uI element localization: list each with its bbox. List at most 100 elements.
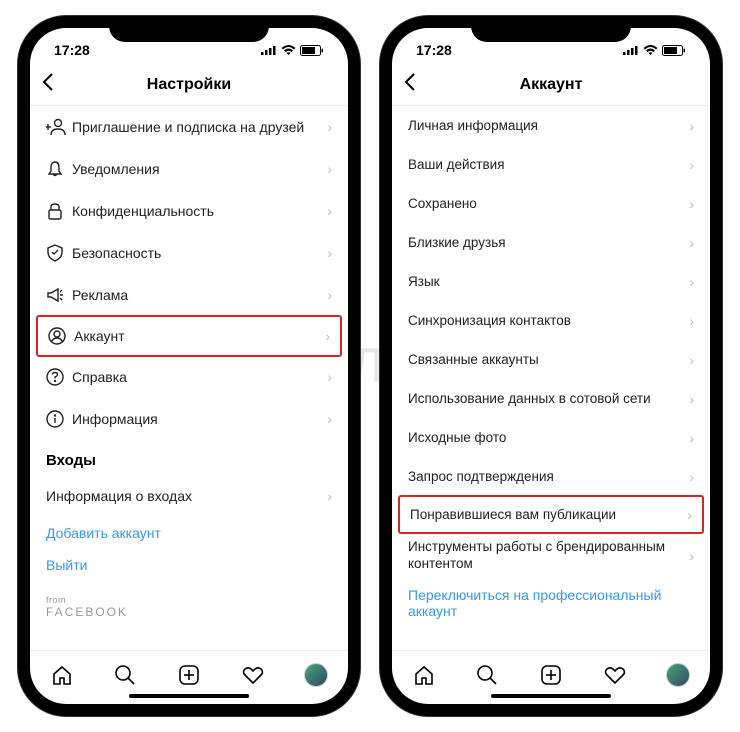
chevron-right-icon: › <box>327 411 332 427</box>
status-right <box>261 45 324 56</box>
chevron-right-icon: › <box>327 161 332 177</box>
chevron-right-icon: › <box>327 287 332 303</box>
row-about[interactable]: Информация › <box>30 398 348 440</box>
row-label: Синхронизация контактов <box>408 313 689 328</box>
battery-icon <box>662 45 686 56</box>
facebook-brand: FACEBOOK <box>46 605 332 619</box>
tab-search[interactable] <box>473 661 501 689</box>
phone-left: 17:28 Настройки Приглашение и подписка н… <box>18 16 360 716</box>
row-original[interactable]: Исходные фото › <box>392 418 710 457</box>
signal-icon <box>623 45 639 55</box>
row-branded[interactable]: Инструменты работы с брендированным конт… <box>392 533 710 579</box>
screen-right: 17:28 Аккаунт Личная информация › Ваши д… <box>392 28 710 704</box>
tab-activity[interactable] <box>239 661 267 689</box>
row-language[interactable]: Язык › <box>392 262 710 301</box>
screen-left: 17:28 Настройки Приглашение и подписка н… <box>30 28 348 704</box>
row-label: Ваши действия <box>408 157 689 172</box>
row-label: Язык <box>408 274 689 289</box>
megaphone-icon <box>46 286 72 304</box>
chevron-right-icon: › <box>327 203 332 219</box>
wifi-icon <box>281 45 296 56</box>
tab-profile[interactable] <box>302 661 330 689</box>
notch <box>471 16 631 42</box>
row-label: Реклама <box>72 287 327 303</box>
row-label: Связанные аккаунты <box>408 352 689 367</box>
nav-bar: Аккаунт <box>392 64 710 106</box>
chevron-right-icon: › <box>689 235 694 251</box>
row-label: Личная информация <box>408 118 689 133</box>
battery-icon <box>300 45 324 56</box>
row-label: Исходные фото <box>408 430 689 445</box>
tab-add[interactable] <box>537 661 565 689</box>
bell-icon <box>46 160 72 178</box>
row-label: Понравившиеся вам публикации <box>410 507 687 522</box>
row-label: Запрос подтверждения <box>408 469 689 484</box>
row-contacts[interactable]: Синхронизация контактов › <box>392 301 710 340</box>
row-privacy[interactable]: Конфиденциальность › <box>30 190 348 232</box>
chevron-right-icon: › <box>689 274 694 290</box>
chevron-right-icon: › <box>327 488 332 504</box>
notch <box>109 16 269 42</box>
row-saved[interactable]: Сохранено › <box>392 184 710 223</box>
row-activity[interactable]: Ваши действия › <box>392 145 710 184</box>
content-right: Личная информация › Ваши действия › Сохр… <box>392 106 710 650</box>
signal-icon <box>261 45 277 55</box>
add-person-icon <box>46 118 72 136</box>
back-button[interactable] <box>404 73 416 97</box>
avatar-icon <box>304 663 328 687</box>
from-label: from FACEBOOK <box>30 581 348 619</box>
shield-icon <box>46 244 72 262</box>
chevron-right-icon: › <box>325 328 330 344</box>
row-label: Информация о входах <box>46 488 327 504</box>
tab-home[interactable] <box>410 661 438 689</box>
chevron-right-icon: › <box>327 369 332 385</box>
home-indicator[interactable] <box>129 694 249 698</box>
row-label: Сохранено <box>408 196 689 211</box>
content-left: Приглашение и подписка на друзей › Уведо… <box>30 106 348 650</box>
row-personal[interactable]: Личная информация › <box>392 106 710 145</box>
wifi-icon <box>643 45 658 56</box>
nav-bar: Настройки <box>30 64 348 106</box>
status-time: 17:28 <box>54 42 90 58</box>
chevron-right-icon: › <box>689 157 694 173</box>
page-title: Аккаунт <box>392 76 710 94</box>
status-right <box>623 45 686 56</box>
chevron-right-icon: › <box>689 352 694 368</box>
signout-link[interactable]: Выйти <box>30 549 348 581</box>
page-title: Настройки <box>30 76 348 94</box>
row-cellular[interactable]: Использование данных в сотовой сети › <box>392 379 710 418</box>
logins-header: Входы <box>30 440 348 475</box>
account-icon <box>48 327 74 345</box>
info-icon <box>46 410 72 428</box>
row-label: Приглашение и подписка на друзей <box>72 119 327 135</box>
phone-right: 17:28 Аккаунт Личная информация › Ваши д… <box>380 16 722 716</box>
row-label: Близкие друзья <box>408 235 689 250</box>
tab-profile[interactable] <box>664 661 692 689</box>
chevron-right-icon: › <box>327 119 332 135</box>
row-liked[interactable]: Понравившиеся вам публикации › <box>398 495 704 534</box>
tab-add[interactable] <box>175 661 203 689</box>
row-label: Конфиденциальность <box>72 203 327 219</box>
lock-icon <box>46 202 72 220</box>
add-account-link[interactable]: Добавить аккаунт <box>30 517 348 549</box>
row-notifications[interactable]: Уведомления › <box>30 148 348 190</box>
row-account[interactable]: Аккаунт › <box>36 315 342 357</box>
tab-home[interactable] <box>48 661 76 689</box>
row-help[interactable]: Справка › <box>30 356 348 398</box>
switch-pro-link[interactable]: Переключиться на профессиональный аккаун… <box>392 579 710 627</box>
row-label: Инструменты работы с брендированным конт… <box>408 533 689 579</box>
tab-search[interactable] <box>111 661 139 689</box>
row-label: Использование данных в сотовой сети <box>408 391 689 406</box>
back-button[interactable] <box>42 73 54 97</box>
row-label: Информация <box>72 411 327 427</box>
tab-activity[interactable] <box>601 661 629 689</box>
row-verify[interactable]: Запрос подтверждения › <box>392 457 710 496</box>
row-linked[interactable]: Связанные аккаунты › <box>392 340 710 379</box>
status-time: 17:28 <box>416 42 452 58</box>
row-invite[interactable]: Приглашение и подписка на друзей › <box>30 106 348 148</box>
row-ads[interactable]: Реклама › <box>30 274 348 316</box>
row-security[interactable]: Безопасность › <box>30 232 348 274</box>
row-close-friends[interactable]: Близкие друзья › <box>392 223 710 262</box>
row-login-info[interactable]: Информация о входах › <box>30 475 348 517</box>
home-indicator[interactable] <box>491 694 611 698</box>
